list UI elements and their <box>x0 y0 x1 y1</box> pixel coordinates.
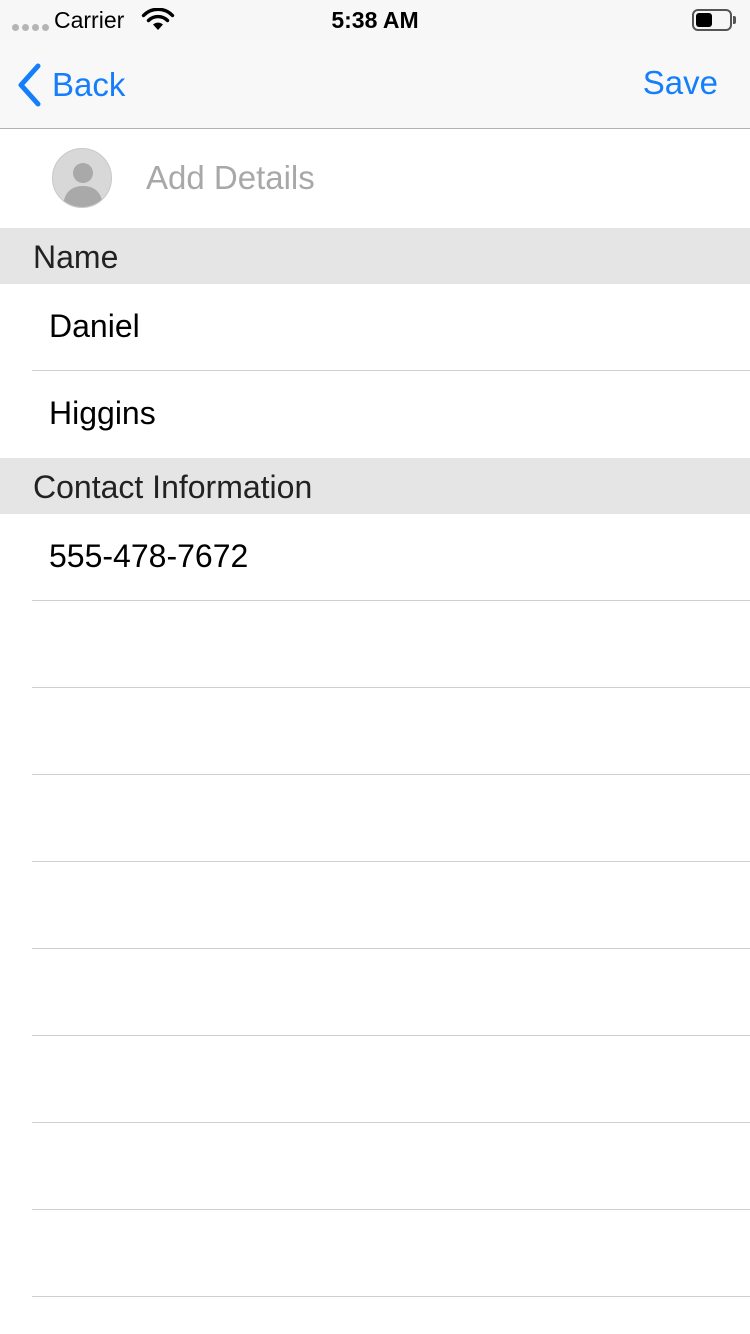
last-name-value: Higgins <box>49 395 156 431</box>
battery-icon <box>692 9 736 31</box>
empty-row[interactable] <box>0 1036 750 1123</box>
section-title-name: Name <box>33 239 119 275</box>
last-name-field[interactable]: Higgins <box>0 371 750 458</box>
empty-row[interactable] <box>0 1210 750 1297</box>
contact-header: Add Details <box>0 129 750 228</box>
back-button[interactable]: Back <box>16 62 125 108</box>
back-label: Back <box>52 66 126 103</box>
save-button[interactable]: Save <box>643 64 718 102</box>
navigation-bar: Back Save <box>0 40 750 129</box>
divider <box>32 1296 750 1297</box>
phone-value: 555-478-7672 <box>49 538 249 574</box>
section-header-contact: Contact Information <box>0 458 750 514</box>
empty-row[interactable] <box>0 688 750 775</box>
empty-row[interactable] <box>0 862 750 949</box>
avatar[interactable] <box>52 148 112 208</box>
empty-row[interactable] <box>0 775 750 862</box>
first-name-value: Daniel <box>49 308 140 344</box>
person-silhouette-icon <box>63 163 103 207</box>
status-bar: Carrier 5:38 AM <box>0 0 750 40</box>
add-details-label[interactable]: Add Details <box>146 159 315 197</box>
phone-field[interactable]: 555-478-7672 <box>0 514 750 601</box>
first-name-field[interactable]: Daniel <box>0 284 750 371</box>
section-title-contact: Contact Information <box>33 469 313 505</box>
empty-row[interactable] <box>0 1123 750 1210</box>
status-time: 5:38 AM <box>331 7 419 33</box>
chevron-left-icon <box>18 63 41 107</box>
empty-row[interactable] <box>0 949 750 1036</box>
section-header-name: Name <box>0 228 750 284</box>
empty-row[interactable] <box>0 601 750 688</box>
